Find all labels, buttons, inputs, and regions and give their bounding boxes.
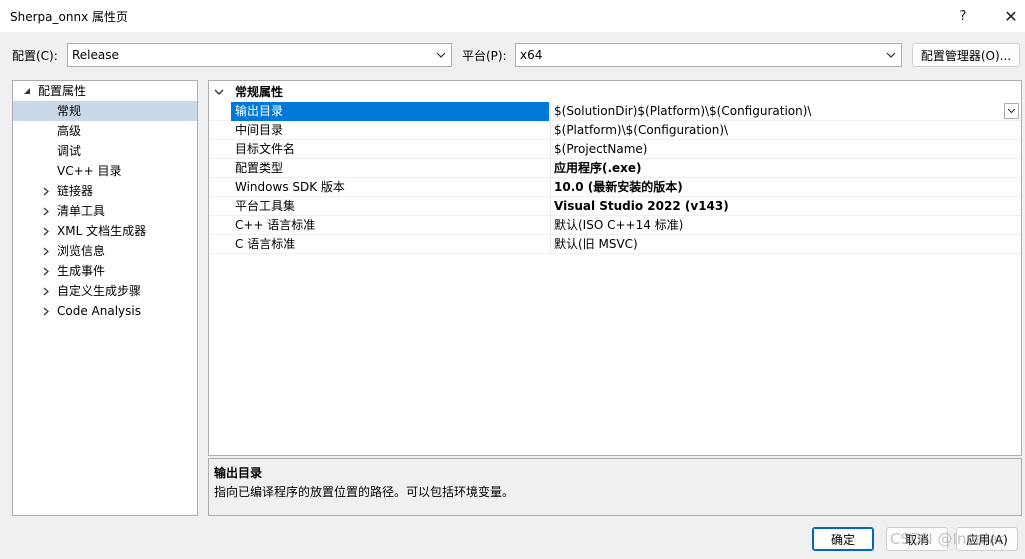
property-row[interactable]: 中间目录 $(Platform)\$(Configuration)\ — [209, 121, 1021, 140]
chevron-down-icon[interactable] — [213, 83, 225, 102]
tree-root-label: 配置属性 — [38, 84, 87, 98]
value-dropdown-button[interactable] — [1004, 103, 1019, 119]
property-value[interactable]: 默认(ISO C++14 标准) — [550, 216, 1021, 235]
collapsed-arrow-icon[interactable] — [40, 281, 52, 301]
property-name[interactable]: 配置类型 — [231, 159, 549, 178]
platform-value: x64 — [520, 48, 543, 62]
ok-button[interactable]: 确定 — [812, 527, 874, 551]
platform-label: 平台(P): — [462, 49, 507, 63]
property-value[interactable]: $(ProjectName) — [550, 140, 1021, 159]
title-bar: Sherpa_onnx 属性页 ? ✕ — [0, 0, 1025, 32]
window-title: Sherpa_onnx 属性页 — [10, 10, 128, 24]
description-panel: 输出目录 指向已编译程序的放置位置的路径。可以包括环境变量。 — [208, 458, 1022, 516]
property-value[interactable]: Visual Studio 2022 (v143) — [550, 197, 1021, 216]
tree-item-label: 生成事件 — [57, 264, 106, 278]
tree-item-label: 浏览信息 — [57, 244, 106, 258]
tree-item-label: Code Analysis — [57, 304, 141, 318]
property-row[interactable]: 配置类型 应用程序(.exe) — [209, 159, 1021, 178]
collapsed-arrow-icon[interactable] — [40, 181, 52, 201]
property-row[interactable]: 输出目录 $(SolutionDir)$(Platform)\$(Configur… — [209, 102, 1021, 121]
property-name[interactable]: 输出目录 — [231, 102, 549, 121]
property-grid: 常规属性 输出目录 $(SolutionDir)$(Platform)\$(Con… — [208, 80, 1022, 456]
close-button[interactable]: ✕ — [988, 0, 1025, 32]
collapsed-arrow-icon[interactable] — [40, 301, 52, 321]
config-dropdown[interactable]: Release — [67, 43, 452, 67]
chevron-down-icon — [886, 52, 896, 58]
tree-item[interactable]: 生成事件 — [13, 261, 197, 281]
property-name[interactable]: C++ 语言标准 — [231, 216, 549, 235]
tree-item-label: 清单工具 — [57, 204, 106, 218]
property-row[interactable]: 平台工具集 Visual Studio 2022 (v143) — [209, 197, 1021, 216]
tree-item[interactable]: VC++ 目录 — [13, 161, 197, 181]
tree-item[interactable]: 链接器 — [13, 181, 197, 201]
tree-item-label: 自定义生成步骤 — [57, 284, 142, 298]
tree-item[interactable]: 调试 — [13, 141, 197, 161]
property-row[interactable]: C++ 语言标准 默认(ISO C++14 标准) — [209, 216, 1021, 235]
help-icon: ? — [959, 8, 967, 24]
collapsed-arrow-icon[interactable] — [40, 201, 52, 221]
tree-item-label: 链接器 — [57, 184, 94, 198]
chevron-down-icon — [1007, 108, 1016, 114]
property-name[interactable]: 中间目录 — [231, 121, 549, 140]
tree-item-label: 常规 — [57, 104, 82, 118]
collapsed-arrow-icon[interactable] — [40, 241, 52, 261]
collapsed-arrow-icon[interactable] — [40, 261, 52, 281]
tree-item[interactable]: 自定义生成步骤 — [13, 281, 197, 301]
property-value[interactable]: $(Platform)\$(Configuration)\ — [550, 121, 1021, 140]
property-value[interactable]: 默认(旧 MSVC) — [550, 235, 1021, 254]
config-label: 配置(C): — [12, 49, 58, 63]
help-button[interactable]: ? — [940, 0, 986, 32]
property-name[interactable]: C 语言标准 — [231, 235, 549, 254]
tree-item[interactable]: 高级 — [13, 121, 197, 141]
tree-item-label: 调试 — [57, 144, 82, 158]
property-value[interactable]: 应用程序(.exe) — [550, 159, 1021, 178]
tree-item[interactable]: 清单工具 — [13, 201, 197, 221]
tree-item-label: VC++ 目录 — [57, 164, 122, 178]
platform-dropdown[interactable]: x64 — [515, 43, 902, 67]
config-manager-button[interactable]: 配置管理器(O)... — [912, 43, 1020, 67]
expanded-arrow-icon[interactable] — [21, 81, 33, 101]
tree-item[interactable]: XML 文档生成器 — [13, 221, 197, 241]
property-name[interactable]: 目标文件名 — [231, 140, 549, 159]
tree-item[interactable]: 常规 — [13, 101, 197, 121]
tree-item-label: 高级 — [57, 124, 82, 138]
config-value: Release — [72, 48, 119, 62]
property-row[interactable]: C 语言标准 默认(旧 MSVC) — [209, 235, 1021, 254]
tree-root[interactable]: 配置属性 — [13, 81, 197, 101]
description-text: 指向已编译程序的放置位置的路径。可以包括环境变量。 — [214, 485, 515, 499]
close-icon: ✕ — [1004, 6, 1018, 26]
property-name[interactable]: Windows SDK 版本 — [231, 178, 549, 197]
property-tree: 配置属性 常规高级调试 VC++ 目录 链接器清单工具 XML 文档生成器 浏览信息生成… — [12, 80, 198, 516]
property-name[interactable]: 平台工具集 — [231, 197, 549, 216]
collapsed-arrow-icon[interactable] — [40, 221, 52, 241]
tree-item[interactable]: 浏览信息 — [13, 241, 197, 261]
property-value[interactable]: $(SolutionDir)$(Platform)\$(Configuratio… — [550, 102, 1021, 121]
tree-item[interactable]: Code Analysis — [13, 301, 197, 321]
property-row[interactable]: 目标文件名 $(ProjectName) — [209, 140, 1021, 159]
property-value[interactable]: 10.0 (最新安装的版本) — [550, 178, 1021, 197]
tree-item-label: XML 文档生成器 — [57, 224, 147, 238]
cancel-button[interactable]: 取消 — [886, 527, 948, 551]
property-row[interactable]: Windows SDK 版本 10.0 (最新安装的版本) — [209, 178, 1021, 197]
category-header[interactable]: 常规属性 — [209, 83, 1021, 102]
apply-button[interactable]: 应用(A) — [956, 527, 1018, 551]
category-label: 常规属性 — [235, 85, 284, 99]
description-title: 输出目录 — [214, 466, 263, 480]
chevron-down-icon — [436, 52, 446, 58]
